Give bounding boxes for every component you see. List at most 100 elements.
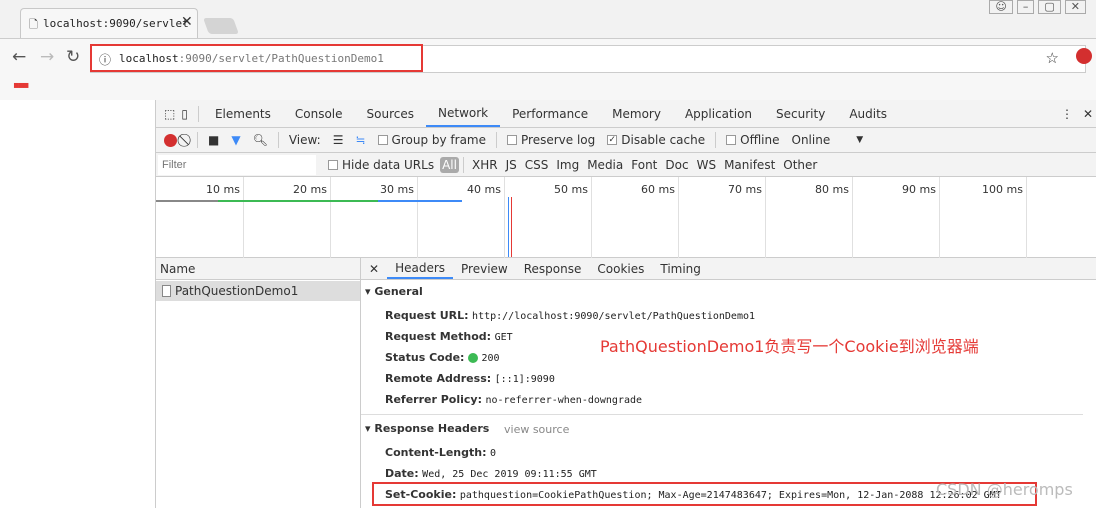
device-toolbar-icon[interactable]: ▯ bbox=[181, 107, 188, 121]
more-menu-icon[interactable]: ⋮ bbox=[1061, 107, 1073, 121]
timeline-tick: 90 ms bbox=[902, 177, 940, 258]
new-tab-button[interactable] bbox=[203, 18, 239, 34]
filter-bar: Hide data URLs All XHR JS CSS Img Media … bbox=[156, 153, 1096, 177]
throttle-select[interactable]: Online ▼ bbox=[792, 133, 864, 147]
filter-type-manifest[interactable]: Manifest bbox=[724, 158, 775, 172]
offline-checkbox[interactable]: Offline bbox=[726, 133, 780, 147]
document-icon bbox=[162, 285, 171, 297]
name-column-header[interactable]: Name bbox=[156, 258, 360, 280]
throttle-value: Online bbox=[791, 133, 831, 147]
minimize-icon[interactable]: – bbox=[1016, 0, 1035, 14]
timeline-tick: 40 ms bbox=[467, 177, 505, 258]
devtools-tab-performance[interactable]: Performance bbox=[500, 100, 600, 127]
timeline-tick: 70 ms bbox=[728, 177, 766, 258]
page-icon: 🗋 bbox=[29, 18, 38, 31]
filter-input[interactable] bbox=[158, 154, 316, 175]
filter-type-all[interactable]: All bbox=[440, 156, 459, 173]
header-row: Referrer Policy: no-referrer-when-downgr… bbox=[385, 393, 643, 406]
detail-tab-headers[interactable]: Headers bbox=[387, 258, 454, 279]
star-icon[interactable]: ☆ bbox=[1046, 49, 1059, 67]
detail-tab-cookies[interactable]: Cookies bbox=[589, 258, 652, 279]
search-icon[interactable]: 🔍︎ bbox=[253, 133, 268, 147]
devtools-tabbar: ⬚ ▯ Elements Console Sources Network Per… bbox=[156, 100, 1096, 128]
close-window-icon[interactable]: ✕ bbox=[1064, 0, 1086, 14]
watermark: CSDN @heromps bbox=[936, 480, 1073, 499]
chevron-down-icon: ▼ bbox=[856, 135, 864, 145]
close-devtools-icon[interactable]: ✕ bbox=[1083, 107, 1093, 121]
filter-type-ws[interactable]: WS bbox=[697, 158, 716, 172]
general-title: General bbox=[374, 285, 423, 298]
timeline-tick: 60 ms bbox=[641, 177, 679, 258]
response-headers-toggle[interactable]: ▾ Response Headers bbox=[365, 422, 489, 435]
filter-type-font[interactable]: Font bbox=[631, 158, 657, 172]
view-source-link[interactable]: view source bbox=[504, 423, 569, 436]
back-icon[interactable]: ← bbox=[12, 47, 26, 67]
request-row[interactable]: PathQuestionDemo1 bbox=[156, 281, 360, 301]
close-details-icon[interactable]: ✕ bbox=[369, 262, 379, 276]
screenshot-icon[interactable]: ■ bbox=[208, 133, 219, 147]
devtools-tab-application[interactable]: Application bbox=[673, 100, 764, 127]
timeline-tick-label: 100 ms bbox=[982, 183, 1023, 196]
reload-icon[interactable]: ↻ bbox=[66, 47, 80, 67]
filter-type-img[interactable]: Img bbox=[556, 158, 579, 172]
window-controls: ☺ – ▢ ✕ bbox=[989, 0, 1086, 14]
detail-tabbar: ✕ Headers Preview Response Cookies Timin… bbox=[361, 258, 1096, 280]
large-rows-icon[interactable]: ☰ bbox=[333, 133, 344, 147]
filter-icon[interactable]: ▼ bbox=[231, 133, 240, 147]
hide-data-urls-label: Hide data URLs bbox=[342, 157, 435, 172]
timing-bar-waiting bbox=[218, 200, 378, 202]
inspect-icon[interactable]: ⬚ bbox=[164, 107, 175, 121]
request-details: ✕ Headers Preview Response Cookies Timin… bbox=[361, 258, 1096, 508]
extension-icon[interactable] bbox=[1076, 48, 1092, 64]
devtools-tab-sources[interactable]: Sources bbox=[355, 100, 426, 127]
detail-tab-timing[interactable]: Timing bbox=[652, 258, 709, 279]
disable-cache-checkbox[interactable]: ✓ Disable cache bbox=[607, 133, 705, 147]
record-button[interactable] bbox=[164, 133, 177, 147]
devtools-tab-security[interactable]: Security bbox=[764, 100, 837, 127]
timeline-tick-label: 40 ms bbox=[467, 183, 501, 196]
general-section-toggle[interactable]: ▾ General bbox=[365, 285, 423, 298]
offline-label: Offline bbox=[740, 133, 780, 147]
group-by-frame-checkbox[interactable]: Group by frame bbox=[377, 133, 486, 147]
tab-strip: 🗋 localhost:9090/servlet ✕ ☺ – ▢ ✕ bbox=[0, 0, 1096, 38]
preserve-log-checkbox[interactable]: Preserve log bbox=[507, 133, 595, 147]
timeline-tick: 100 ms bbox=[982, 177, 1027, 258]
url-highlight-box bbox=[90, 44, 423, 72]
response-headers-title: Response Headers bbox=[374, 422, 490, 435]
user-icon[interactable]: ☺ bbox=[989, 0, 1013, 14]
tab-title: localhost:9090/servlet bbox=[43, 17, 189, 30]
timeline-tick-label: 70 ms bbox=[728, 183, 762, 196]
request-list: Name PathQuestionDemo1 bbox=[156, 258, 361, 508]
filter-type-doc[interactable]: Doc bbox=[665, 158, 688, 172]
network-overview-timeline[interactable]: 10 ms 20 ms 30 ms 40 ms 50 ms 60 ms 70 ms 80 ms… bbox=[156, 177, 1096, 258]
timeline-tick-label: 30 ms bbox=[380, 183, 414, 196]
filter-type-media[interactable]: Media bbox=[587, 158, 623, 172]
devtools-tab-memory[interactable]: Memory bbox=[600, 100, 673, 127]
forward-icon[interactable]: → bbox=[40, 47, 54, 67]
detail-tab-response[interactable]: Response bbox=[516, 258, 590, 279]
filter-type-js[interactable]: JS bbox=[506, 158, 517, 172]
timeline-tick-label: 50 ms bbox=[554, 183, 588, 196]
filter-type-xhr[interactable]: XHR bbox=[472, 158, 498, 172]
devtools-panel: ⬚ ▯ Elements Console Sources Network Per… bbox=[155, 100, 1096, 508]
close-tab-icon[interactable]: ✕ bbox=[181, 14, 193, 30]
devtools-tab-network[interactable]: Network bbox=[426, 100, 501, 127]
apps-icon[interactable]: ▪▪▪ bbox=[13, 80, 29, 91]
name-header-label: Name bbox=[160, 261, 196, 276]
maximize-icon[interactable]: ▢ bbox=[1038, 0, 1061, 14]
devtools-tab-elements[interactable]: Elements bbox=[203, 100, 283, 127]
devtools-tab-audits[interactable]: Audits bbox=[837, 100, 899, 127]
waterfall-icon[interactable]: ≒ bbox=[355, 133, 365, 147]
timeline-tick: 10 ms bbox=[206, 177, 244, 258]
header-row: Request URL: http://localhost:9090/servl… bbox=[385, 309, 756, 322]
filter-type-other[interactable]: Other bbox=[783, 158, 817, 172]
timeline-tick-label: 60 ms bbox=[641, 183, 675, 196]
detail-tab-preview[interactable]: Preview bbox=[453, 258, 516, 279]
timeline-tick-label: 90 ms bbox=[902, 183, 936, 196]
preserve-log-label: Preserve log bbox=[521, 133, 596, 147]
browser-tab[interactable]: 🗋 localhost:9090/servlet ✕ bbox=[20, 8, 198, 38]
devtools-tab-console[interactable]: Console bbox=[283, 100, 355, 127]
filter-type-css[interactable]: CSS bbox=[525, 158, 549, 172]
hide-data-urls-checkbox[interactable]: Hide data URLs bbox=[328, 158, 434, 172]
header-row: Remote Address: [::1]:9090 bbox=[385, 372, 555, 385]
